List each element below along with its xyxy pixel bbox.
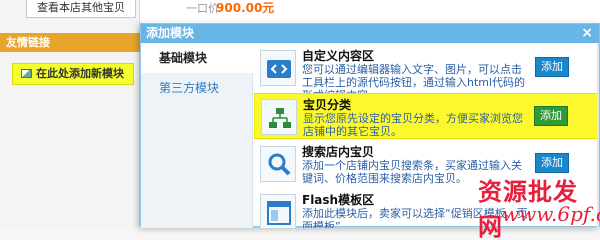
- search-icon: [260, 146, 296, 182]
- dialog-header: 添加模块 ×: [141, 24, 599, 43]
- price-value: 900.00元: [216, 1, 275, 15]
- module-description: 显示您原先设定的宝贝分类，方便买家浏览您店铺中的其它宝贝。: [303, 112, 523, 138]
- module-tabs: 基础模块 第三方模块: [141, 43, 253, 228]
- watermark-url: www.6pf.cn: [502, 202, 600, 226]
- image-icon: [21, 69, 32, 78]
- price-label: 一口价: [186, 2, 219, 15]
- tab-basic-modules[interactable]: 基础模块: [141, 43, 253, 73]
- add-new-module-label: 在此处添加新模块: [36, 67, 124, 80]
- close-icon[interactable]: ×: [581, 24, 593, 43]
- code-icon: [260, 50, 296, 86]
- tab-third-party-modules[interactable]: 第三方模块: [141, 73, 252, 103]
- module-item-item-category: 宝贝分类 显示您原先设定的宝贝分类，方便买家浏览您店铺中的其它宝贝。 添加: [254, 93, 599, 139]
- dialog-title: 添加模块: [146, 26, 195, 40]
- view-shop-items-button[interactable]: 查看本店其他宝贝: [26, 0, 136, 18]
- add-search-button[interactable]: 添加: [535, 153, 569, 173]
- add-new-module-button[interactable]: 在此处添加新模块: [12, 63, 134, 85]
- flash-template-icon: [260, 194, 296, 228]
- category-tree-icon: [261, 99, 297, 135]
- add-item-category-button[interactable]: 添加: [534, 106, 568, 126]
- add-custom-content-button[interactable]: 添加: [535, 57, 569, 77]
- module-item-custom-content: 自定义内容区 您可以通过编辑器输入文字、图片，可以点击工具栏上的源代码按钮，通过…: [254, 45, 599, 102]
- friend-links-header: 友情链接: [0, 33, 140, 52]
